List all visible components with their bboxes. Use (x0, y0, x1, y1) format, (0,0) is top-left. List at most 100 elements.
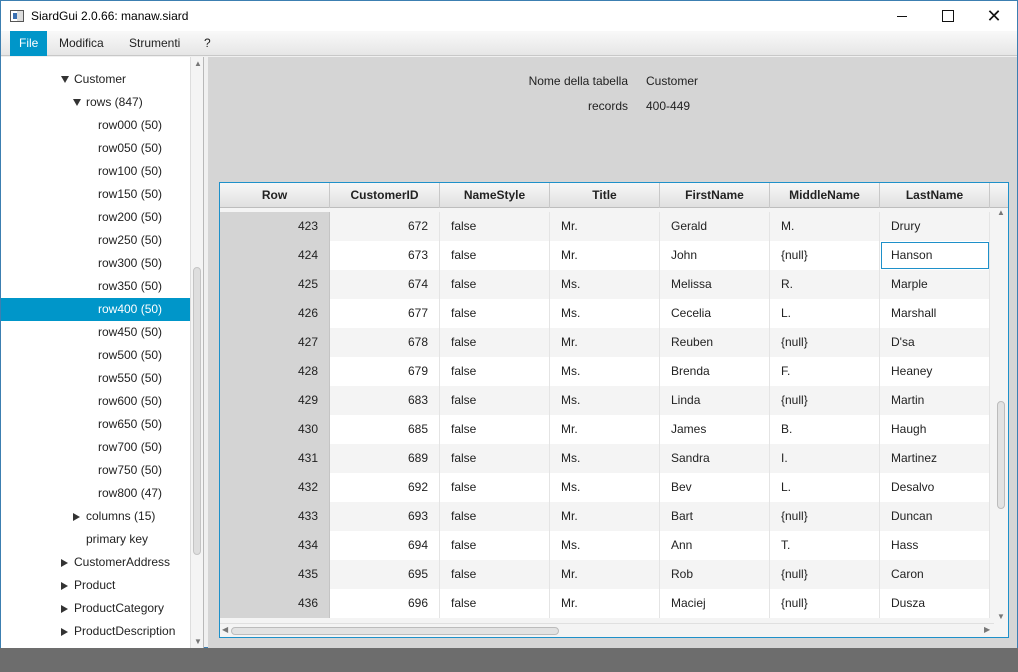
tree-item[interactable]: row200 (50) (1, 206, 190, 229)
tree-item[interactable]: Product (1, 574, 190, 597)
table-cell[interactable]: {null} (770, 328, 880, 357)
table-cell[interactable]: Hanson (880, 241, 990, 270)
table-cell[interactable]: false (440, 386, 550, 415)
table-cell[interactable]: false (440, 589, 550, 618)
table-cell[interactable]: Ms. (550, 270, 660, 299)
table-cell[interactable]: Mr. (550, 212, 660, 241)
table-cell[interactable]: 692 (330, 473, 440, 502)
table-cell[interactable]: Desalvo (880, 473, 990, 502)
tree-item[interactable]: row000 (50) (1, 114, 190, 137)
table-cell[interactable]: false (440, 328, 550, 357)
table-cell[interactable]: 678 (330, 328, 440, 357)
table-cell[interactable]: Mr. (550, 415, 660, 444)
table-cell[interactable]: John (660, 241, 770, 270)
table-cell[interactable]: Dusza (880, 589, 990, 618)
table-cell[interactable]: Marshall (880, 299, 990, 328)
table-cell[interactable]: 685 (330, 415, 440, 444)
tree-scrollbar[interactable]: ▲ ▼ (190, 57, 203, 649)
table-cell[interactable]: 695 (330, 560, 440, 589)
table-cell[interactable]: Mr. (550, 589, 660, 618)
table-cell[interactable]: Martinez (880, 444, 990, 473)
table-cell[interactable]: false (440, 444, 550, 473)
collapsed-arrow-icon[interactable] (61, 559, 68, 567)
table-cell[interactable]: 694 (330, 531, 440, 560)
tree-item[interactable]: row100 (50) (1, 160, 190, 183)
table-cell[interactable]: Melissa (660, 270, 770, 299)
tree-item[interactable]: row400 (50) (1, 298, 190, 321)
table-cell[interactable]: Caron (880, 560, 990, 589)
table-cell[interactable]: Linda (660, 386, 770, 415)
table-cell[interactable]: Sandra (660, 444, 770, 473)
tree-item[interactable]: row700 (50) (1, 436, 190, 459)
tree-item[interactable]: row550 (50) (1, 367, 190, 390)
column-header[interactable]: Title (550, 183, 660, 208)
tree-item[interactable]: row050 (50) (1, 137, 190, 160)
tree-item[interactable]: row300 (50) (1, 252, 190, 275)
table-cell[interactable]: {null} (770, 386, 880, 415)
tree-item[interactable]: ProductDescription (1, 620, 190, 643)
table-row[interactable]: 430 685 false Mr. James B. Haugh (220, 415, 994, 444)
menu-modifica[interactable]: Modifica (50, 31, 113, 56)
title-bar[interactable]: SiardGui 2.0.66: manaw.siard ✕ (1, 1, 1017, 31)
table-cell[interactable]: 673 (330, 241, 440, 270)
table-row[interactable]: 429 683 false Ms. Linda {null} Martin (220, 386, 994, 415)
expanded-arrow-icon[interactable] (61, 76, 69, 83)
tree-item[interactable]: row250 (50) (1, 229, 190, 252)
collapsed-arrow-icon[interactable] (73, 513, 80, 521)
table-row[interactable]: 425 674 false Ms. Melissa R. Marple (220, 270, 994, 299)
table-hscroll-thumb[interactable] (231, 627, 559, 635)
table-cell[interactable]: Haugh (880, 415, 990, 444)
tree-item[interactable]: primary key (1, 528, 190, 551)
table-cell[interactable]: R. (770, 270, 880, 299)
table-cell[interactable]: false (440, 270, 550, 299)
scroll-left-icon[interactable]: ◀ (222, 625, 228, 634)
tree-item[interactable]: Customer (1, 68, 190, 91)
tree-item[interactable]: row650 (50) (1, 413, 190, 436)
table-cell[interactable]: false (440, 502, 550, 531)
table-cell[interactable]: Ms. (550, 386, 660, 415)
table-cell[interactable]: false (440, 241, 550, 270)
tree-item[interactable]: ProductCategory (1, 597, 190, 620)
scroll-up-icon[interactable]: ▲ (997, 208, 1005, 217)
table-cell[interactable]: 696 (330, 589, 440, 618)
table-cell[interactable]: Bart (660, 502, 770, 531)
table-cell[interactable]: {null} (770, 241, 880, 270)
table-cell[interactable]: false (440, 299, 550, 328)
column-header[interactable]: LastName (880, 183, 990, 208)
tree-item[interactable]: CustomerAddress (1, 551, 190, 574)
table-cell[interactable]: Bev (660, 473, 770, 502)
table-cell[interactable]: 689 (330, 444, 440, 473)
table-cell[interactable]: Mr. (550, 560, 660, 589)
collapsed-arrow-icon[interactable] (61, 628, 68, 636)
table-cell[interactable]: I. (770, 444, 880, 473)
tree-item[interactable]: row600 (50) (1, 390, 190, 413)
table-cell[interactable]: F. (770, 357, 880, 386)
scroll-up-icon[interactable]: ▲ (194, 59, 202, 68)
table-cell[interactable]: Brenda (660, 357, 770, 386)
scroll-down-icon[interactable]: ▼ (194, 637, 202, 646)
table-cell[interactable]: Marple (880, 270, 990, 299)
scroll-right-icon[interactable]: ▶ (984, 625, 990, 634)
tree-item[interactable]: row450 (50) (1, 321, 190, 344)
table-row[interactable]: 428 679 false Ms. Brenda F. Heaney (220, 357, 994, 386)
table-cell[interactable]: Ms. (550, 531, 660, 560)
table-cell[interactable]: {null} (770, 589, 880, 618)
table-cell[interactable]: Mr. (550, 328, 660, 357)
table-cell[interactable]: 693 (330, 502, 440, 531)
column-header[interactable]: FirstName (660, 183, 770, 208)
collapsed-arrow-icon[interactable] (61, 582, 68, 590)
table-cell[interactable]: Ms. (550, 357, 660, 386)
menu-strumenti[interactable]: Strumenti (120, 31, 189, 56)
table-cell[interactable]: Reuben (660, 328, 770, 357)
table-horizontal-scrollbar[interactable]: ◀ ▶ (220, 623, 994, 637)
table-cell[interactable]: Cecelia (660, 299, 770, 328)
table-cell[interactable]: 679 (330, 357, 440, 386)
table-cell[interactable]: Mr. (550, 241, 660, 270)
minimize-icon[interactable] (879, 1, 925, 31)
table-row[interactable]: 436 696 false Mr. Maciej {null} Dusza (220, 589, 994, 618)
table-cell[interactable]: {null} (770, 560, 880, 589)
table-cell[interactable]: false (440, 531, 550, 560)
table-cell[interactable]: M. (770, 212, 880, 241)
table-cell[interactable]: D'sa (880, 328, 990, 357)
tree-scroll-thumb[interactable] (193, 267, 201, 555)
